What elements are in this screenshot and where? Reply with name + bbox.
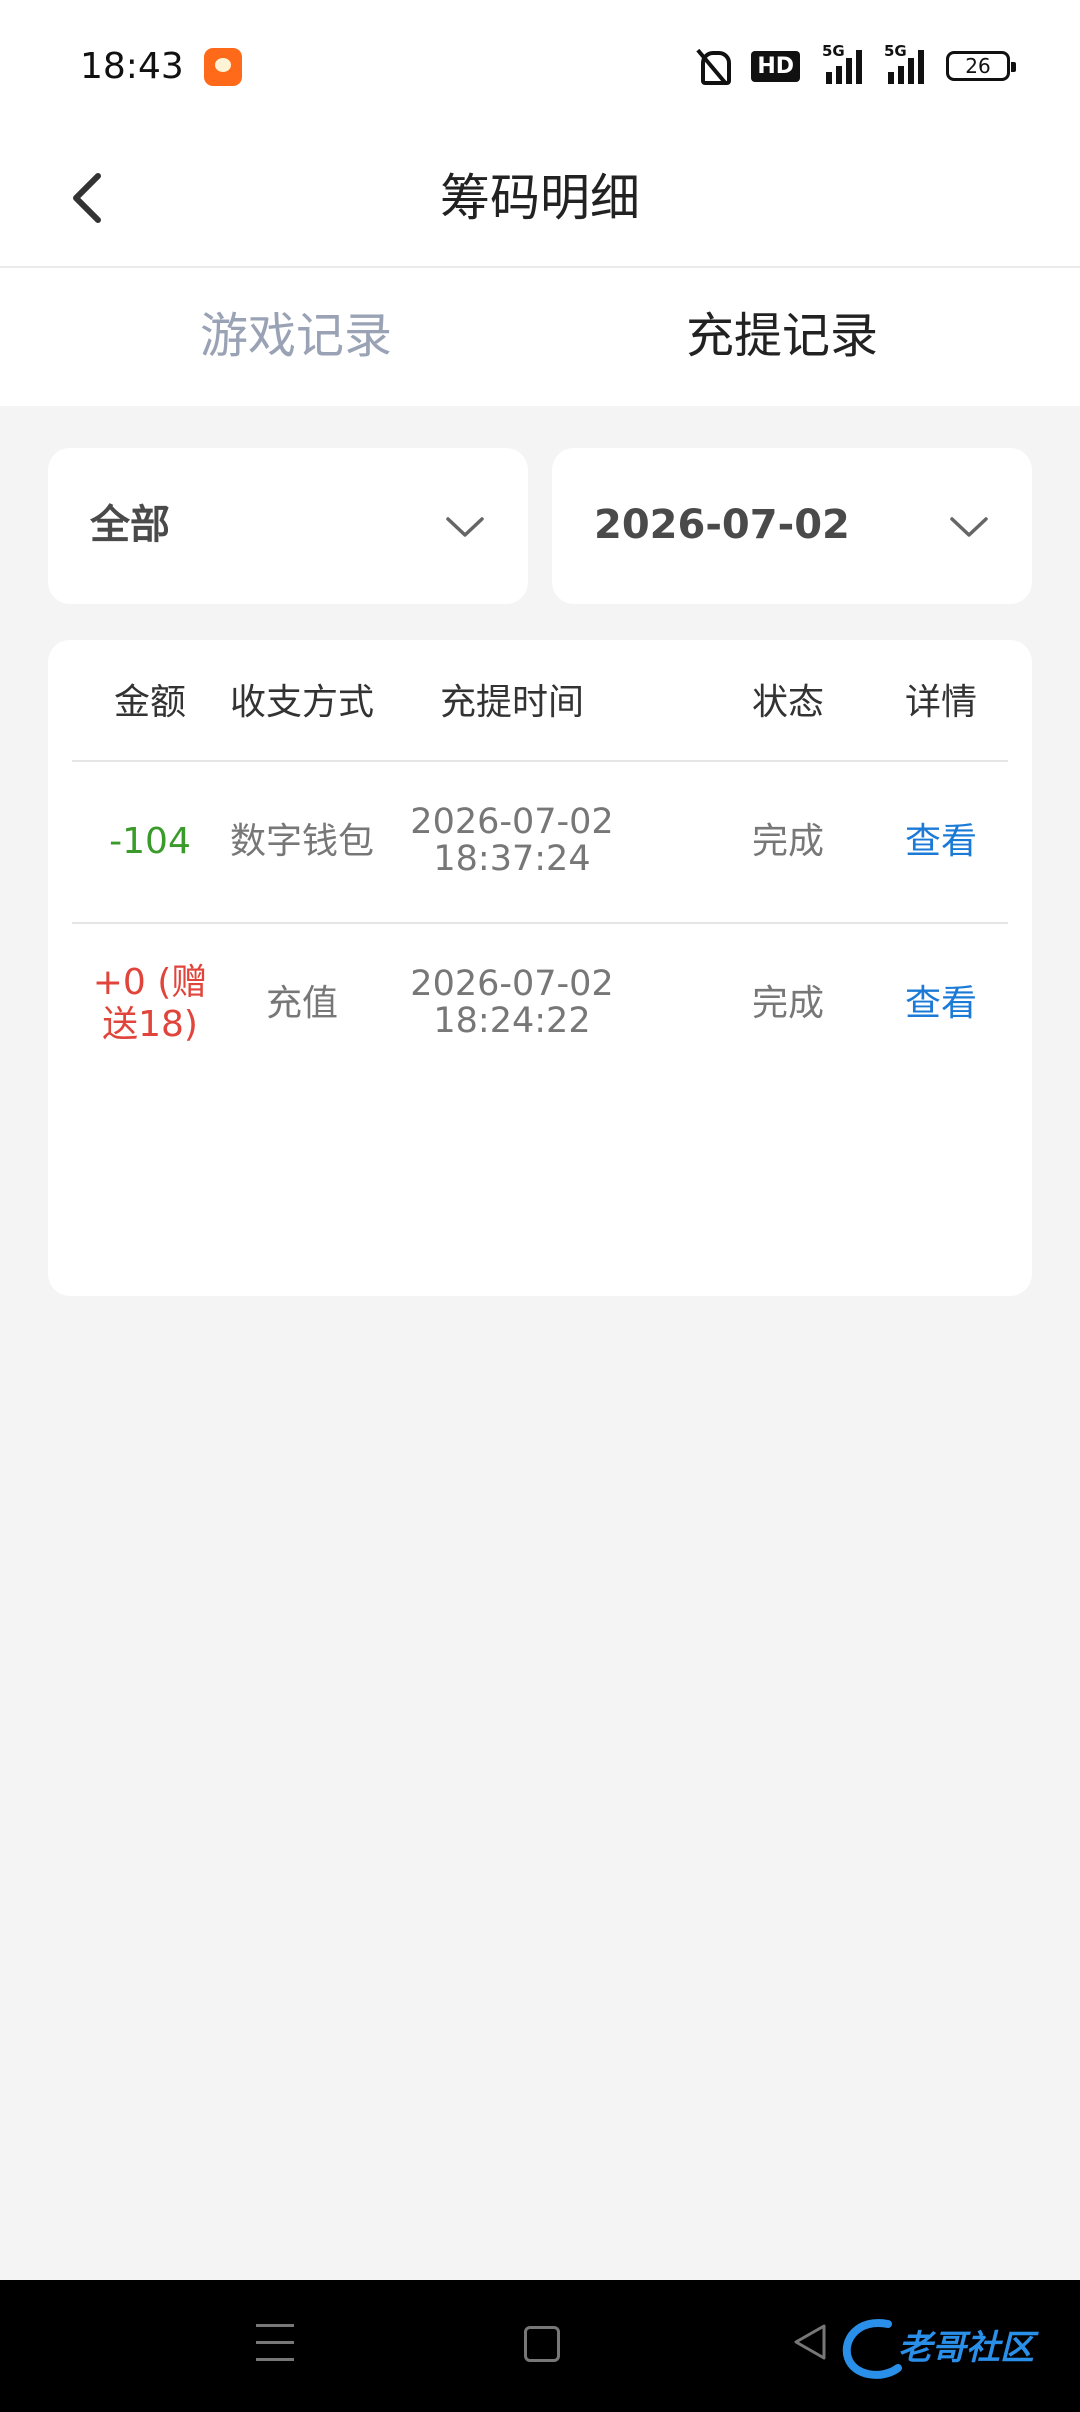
time-clock: 18:24:22	[433, 1001, 591, 1041]
battery-icon: 26	[946, 51, 1016, 81]
date-filter-value: 2026-07-02	[594, 502, 850, 548]
status-time: 18:43	[80, 46, 184, 87]
status-cell: 完成	[751, 983, 824, 1024]
time-date: 2026-07-02	[410, 802, 614, 842]
signal-label: 5G	[884, 42, 907, 60]
time-date: 2026-07-02	[410, 964, 614, 1004]
signal-5g-icon: 5G	[822, 42, 862, 84]
column-header-time: 充提时间	[439, 682, 584, 723]
table-row: -104 数字钱包 2026-07-02 18:37:24 完成 查看	[72, 762, 1008, 924]
chevron-down-icon	[446, 517, 484, 537]
tab-game-records[interactable]: 游戏记录	[146, 300, 446, 372]
status-cell: 完成	[751, 821, 824, 862]
app-header: 筹码明细	[0, 130, 1080, 268]
column-header-method: 收支方式	[229, 682, 374, 723]
view-detail-link[interactable]: 查看	[886, 817, 996, 867]
chevron-down-icon	[950, 517, 988, 537]
method-cell: 充值	[265, 983, 338, 1024]
method-cell: 数字钱包	[229, 821, 374, 862]
amount-line: +0 (赠	[92, 962, 208, 1003]
home-icon[interactable]	[524, 2326, 560, 2362]
mute-bell-icon	[695, 47, 732, 85]
type-filter-dropdown[interactable]: 全部	[48, 448, 528, 604]
app-notification-icon	[204, 48, 242, 86]
time-clock: 18:37:24	[433, 839, 591, 879]
amount-line: 送18)	[102, 1004, 198, 1045]
hd-voice-icon: HD	[751, 50, 800, 82]
signal-label: 5G	[822, 42, 845, 60]
amount-line: -104	[109, 821, 191, 862]
system-nav-bar: 老哥社区	[0, 2280, 1080, 2412]
time-cell: 2026-07-02 18:24:22	[402, 966, 622, 1040]
view-detail-link[interactable]: 查看	[886, 979, 996, 1029]
column-header-status: 状态	[751, 682, 824, 723]
page-title: 筹码明细	[440, 169, 640, 227]
records-table: 金额 收支方式 充提时间 状态 详情 -104 数字钱包 2026-07-02 …	[48, 640, 1032, 1296]
date-filter-dropdown[interactable]: 2026-07-02	[552, 448, 1032, 604]
status-indicators: HD 5G 5G 26	[695, 42, 1016, 88]
status-bar: 18:43 HD 5G 5G 26	[0, 0, 1080, 130]
time-cell: 2026-07-02 18:37:24	[402, 804, 622, 878]
signal-5g-icon-2: 5G	[884, 42, 924, 84]
type-filter-value: 全部	[90, 502, 170, 548]
amount-cell: +0 (赠 送18)	[72, 962, 228, 1046]
record-tabs: 游戏记录 充提记录	[0, 268, 1080, 406]
column-header-detail: 详情	[904, 682, 977, 723]
amount-cell: -104	[72, 817, 228, 867]
system-back-icon[interactable]	[790, 2320, 830, 2364]
watermark-logo: 老哥社区	[838, 2310, 1058, 2384]
watermark-text: 老哥社区	[898, 2328, 1034, 2368]
table-header: 金额 收支方式 充提时间 状态 详情	[72, 640, 1008, 762]
recent-apps-icon[interactable]	[256, 2324, 294, 2364]
table-row: +0 (赠 送18) 充值 2026-07-02 18:24:22 完成 查看	[72, 924, 1008, 1086]
tab-deposit-withdraw-records[interactable]: 充提记录	[632, 300, 932, 372]
column-header-amount: 金额	[113, 682, 186, 723]
